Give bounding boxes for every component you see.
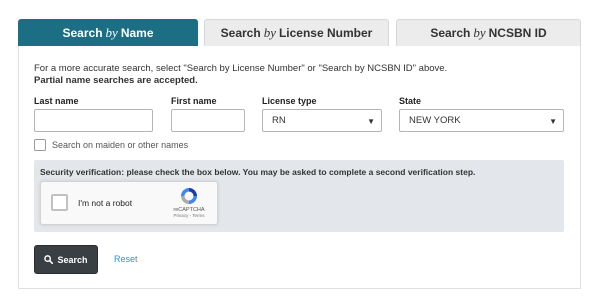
security-verification-box: Security verification: please check the …	[34, 160, 564, 232]
last-name-input[interactable]	[34, 109, 153, 132]
maiden-name-option: Search on maiden or other names	[34, 139, 188, 151]
maiden-name-checkbox[interactable]	[34, 139, 46, 151]
state-select[interactable]: NEW YORK ▼	[399, 109, 564, 132]
tab-label-ncsbn-id: NCSBN ID	[488, 26, 547, 40]
intro-line-1: For a more accurate search, select "Sear…	[34, 63, 448, 74]
recaptcha-widget: I'm not a robot reCAPTCHA Privacy - Term…	[40, 181, 218, 225]
chevron-down-icon: ▼	[367, 117, 375, 126]
intro-text: For a more accurate search, select "Sear…	[34, 63, 447, 87]
search-button-label: Search	[57, 254, 88, 265]
tab-label-by: by	[105, 25, 118, 40]
recaptcha-label: I'm not a robot	[78, 198, 133, 208]
first-name-label: First name	[171, 96, 217, 106]
tab-search-by-ncsbn-id[interactable]: Search by NCSBN ID	[396, 19, 581, 46]
first-name-input[interactable]	[171, 109, 245, 132]
security-verification-text: Security verification: please check the …	[40, 167, 476, 177]
tab-label-by: by	[263, 25, 276, 40]
license-type-value: RN	[272, 115, 286, 126]
tab-label-name: Name	[120, 26, 154, 40]
search-button[interactable]: Search	[34, 245, 98, 274]
license-type-label: License type	[262, 96, 317, 106]
intro-line-2: Partial name searches are accepted.	[34, 75, 198, 86]
tab-label-search: Search	[62, 26, 103, 40]
state-label: State	[399, 96, 422, 106]
last-name-label: Last name	[34, 96, 79, 106]
recaptcha-logo: reCAPTCHA Privacy - Terms	[169, 186, 209, 218]
tab-label-search: Search	[220, 26, 261, 40]
state-value: NEW YORK	[409, 115, 461, 126]
tab-search-by-name[interactable]: Search by Name	[18, 19, 198, 52]
tab-label-search: Search	[430, 26, 471, 40]
tab-label-by: by	[473, 25, 486, 40]
recaptcha-privacy-terms[interactable]: Privacy - Terms	[169, 213, 209, 218]
chevron-down-icon: ▼	[549, 117, 557, 126]
tab-label-license-number: License Number	[278, 26, 373, 40]
recaptcha-icon	[181, 188, 197, 204]
tab-search-by-license-number[interactable]: Search by License Number	[204, 19, 389, 46]
reset-link[interactable]: Reset	[114, 254, 138, 264]
search-icon	[44, 255, 54, 264]
recaptcha-checkbox[interactable]	[51, 194, 68, 211]
search-tabs: Search by Name Search by License Number …	[18, 19, 581, 52]
maiden-name-label[interactable]: Search on maiden or other names	[52, 140, 188, 150]
license-type-select[interactable]: RN ▼	[262, 109, 382, 132]
